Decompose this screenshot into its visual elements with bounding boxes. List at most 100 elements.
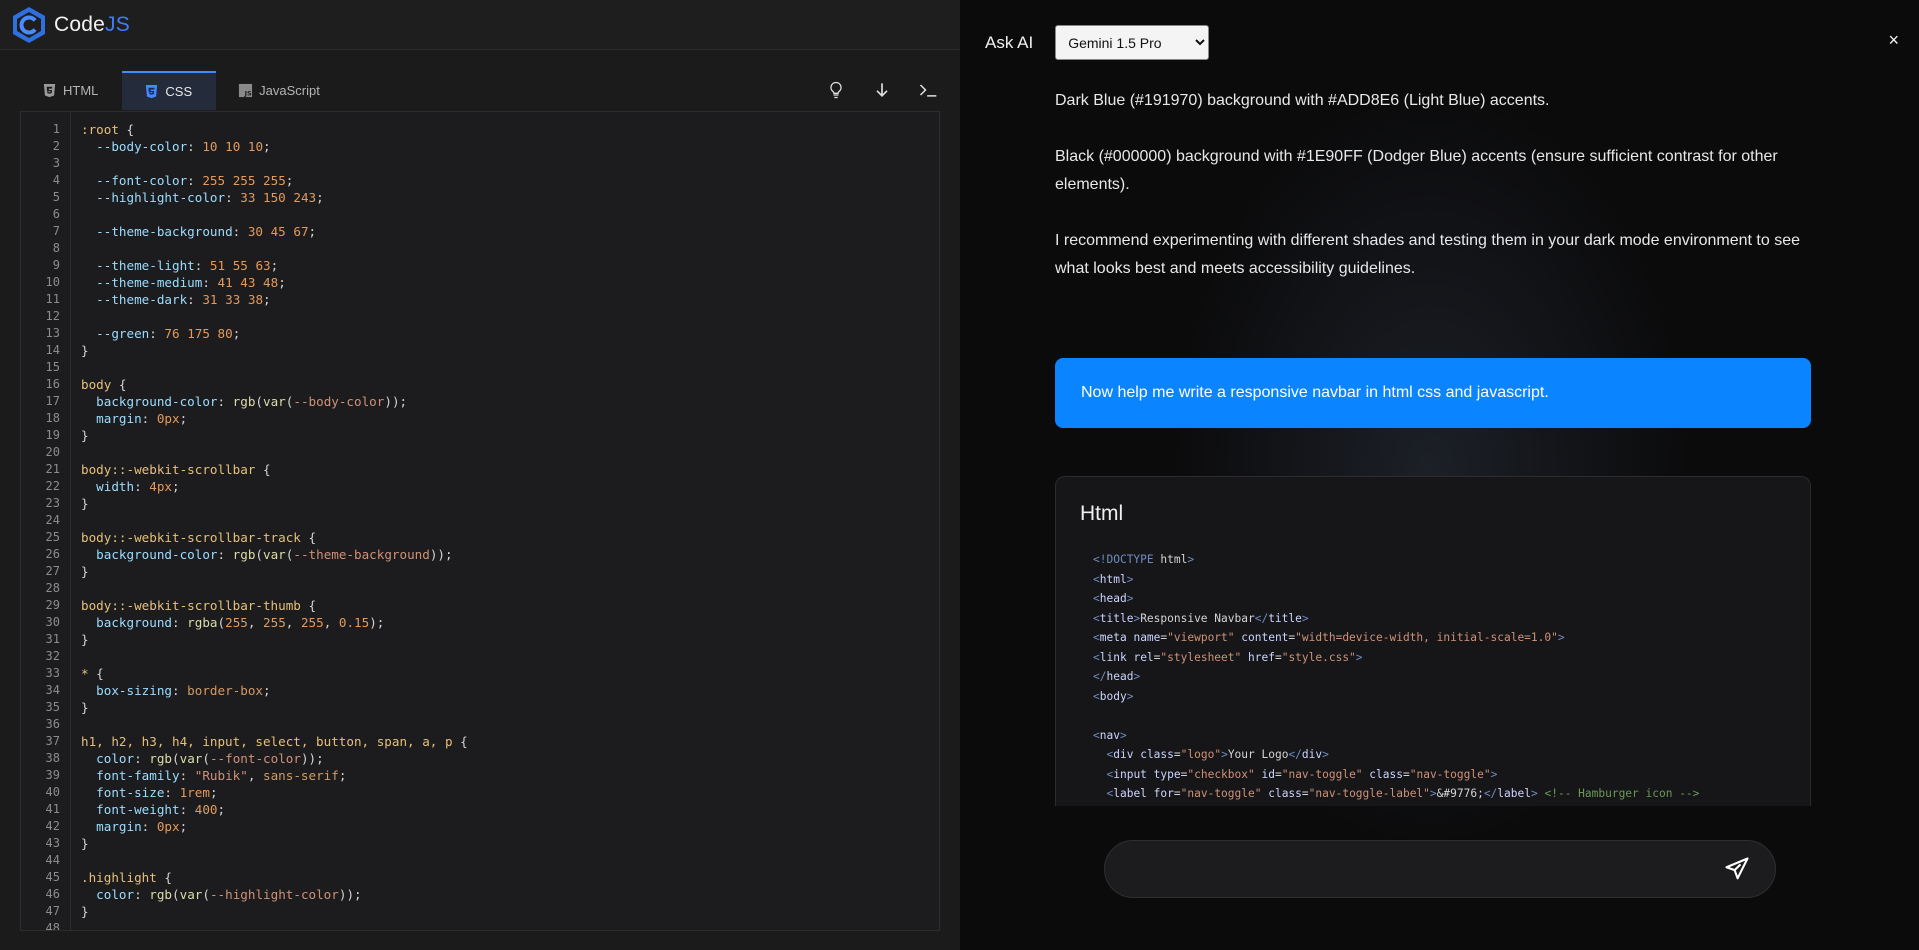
code-block-line: <!DOCTYPE html>	[1093, 553, 1195, 566]
code-line: font-weight: 400;	[96, 802, 226, 817]
code-line: --highlight-color: 33 150 243;	[96, 190, 324, 205]
code-block-line: <input type="checkbox" id="nav-toggle" c…	[1106, 767, 1498, 781]
line-number: 33	[45, 666, 60, 680]
code-line: --theme-medium: 41 43 48;	[96, 275, 286, 290]
code-line: box-sizing: border-box;	[96, 683, 271, 698]
chat-input[interactable]	[1127, 853, 1687, 887]
code-block-line: <body>	[1093, 689, 1134, 703]
line-number: 13	[45, 326, 60, 340]
codejs-logo-icon[interactable]	[10, 6, 48, 44]
line-number: 9	[52, 258, 60, 272]
app-logo-text[interactable]: CodeJS	[54, 13, 130, 37]
code-line: --font-color: 255 255 255;	[96, 173, 294, 188]
ai-response-paragraph: Dark Blue (#191970) background with #ADD…	[1055, 92, 1550, 109]
css3-icon	[144, 84, 159, 99]
code-line: width: 4px;	[96, 479, 180, 494]
code-line: font-family: "Rubik", sans-serif;	[96, 768, 347, 783]
code-line: background-color: rgb(var(--body-color))…	[96, 394, 408, 409]
code-line: --body-color: 10 10 10;	[96, 139, 271, 154]
code-line: margin: 0px;	[96, 411, 188, 426]
ai-response-paragraph: Black (#000000) background with #1E90FF …	[1055, 148, 1778, 193]
tab-javascript[interactable]: JS JavaScript	[216, 71, 344, 110]
code-line: .highlight {	[81, 870, 172, 885]
tab-css-label: CSS	[165, 84, 193, 99]
code-line: font-size: 1rem;	[96, 785, 218, 800]
code-line: ​	[81, 155, 939, 172]
line-number: 19	[45, 428, 60, 442]
code-block-line: ​	[1093, 706, 1810, 726]
editor-tabs: HTML CSS JS JavaScript	[20, 71, 344, 110]
code-line: ​	[81, 240, 939, 257]
line-number: 45	[45, 870, 60, 884]
close-button[interactable]: ×	[1888, 30, 1899, 51]
lightbulb-icon[interactable]	[824, 78, 848, 102]
line-number: 18	[45, 411, 60, 425]
line-number: 10	[45, 275, 60, 289]
code-block-title: Html	[1080, 502, 1124, 525]
code-line: ​	[81, 852, 939, 869]
line-number: 15	[45, 360, 60, 374]
logo-js-text: JS	[105, 12, 130, 36]
send-icon[interactable]	[1723, 855, 1753, 885]
line-number: 17	[45, 394, 60, 408]
line-number: 23	[45, 496, 60, 510]
html5-icon	[42, 83, 57, 98]
line-number: 26	[45, 547, 60, 561]
code-line: body::-webkit-scrollbar-thumb {	[81, 598, 317, 613]
code-line: ​	[81, 716, 939, 733]
user-message-text: Now help me write a responsive navbar in…	[1081, 384, 1549, 401]
line-number: 14	[45, 343, 60, 357]
code-line: }	[81, 343, 89, 358]
line-number: 1	[52, 122, 60, 136]
svg-text:JS: JS	[244, 90, 252, 98]
line-number: 32	[45, 649, 60, 663]
code-block-line: </head>	[1093, 670, 1141, 683]
code-block-card: Html <!DOCTYPE html> <html> <head> <title>R…	[1055, 476, 1811, 806]
download-icon[interactable]	[870, 78, 894, 102]
line-number: 47	[45, 904, 60, 918]
code-line: }	[81, 428, 89, 443]
line-number: 5	[52, 190, 60, 204]
code-line: --theme-background: 30 45 67;	[96, 224, 317, 239]
line-number: 8	[52, 241, 60, 255]
code-line: * {	[81, 666, 104, 681]
line-number: 46	[45, 887, 60, 901]
code-block-line: <meta name="viewport" content="width=dev…	[1093, 631, 1565, 644]
line-number: 48	[45, 921, 60, 931]
code-block-content[interactable]: <!DOCTYPE html> <html> <head> <title>Respon…	[1056, 526, 1810, 804]
code-line: --theme-light: 51 55 63;	[96, 258, 279, 273]
line-number: 7	[52, 224, 60, 238]
line-number: 30	[45, 615, 60, 629]
code-line: ​	[81, 920, 939, 930]
line-number: 6	[52, 207, 60, 221]
ai-response-paragraph: I recommend experimenting with different…	[1055, 232, 1800, 277]
code-line: ​	[81, 206, 939, 223]
code-line: h1, h2, h3, h4, input, select, button, s…	[81, 734, 468, 749]
line-number: 34	[45, 683, 60, 697]
code-line: body {	[81, 377, 127, 392]
code-line: ​	[81, 444, 939, 461]
code-block-line: <head>	[1093, 592, 1134, 605]
line-number: 2	[52, 139, 60, 153]
code-editor[interactable]: 1 2 3 4 5 6 7 8 9 10 11 12 13 14 15 16 17 18 19 20 21 22 23 24 2…	[20, 111, 940, 931]
code-line: }	[81, 564, 89, 579]
ai-panel-title: Ask AI	[985, 32, 1034, 52]
code-block-line: <label for="nav-toggle" class="nav-toggl…	[1106, 787, 1700, 800]
line-number: 25	[45, 530, 60, 544]
code-block-line: <html>	[1093, 572, 1134, 586]
model-select[interactable]: Gemini 1.5 Pro	[1055, 25, 1210, 60]
js-icon: JS	[238, 83, 253, 98]
tab-css[interactable]: CSS	[122, 71, 217, 110]
line-number-gutter: 1 2 3 4 5 6 7 8 9 10 11 12 13 14 15 16 17 18 19 20 21 22 23 24 2…	[21, 112, 71, 930]
terminal-icon[interactable]	[916, 78, 940, 102]
tab-html[interactable]: HTML	[20, 71, 122, 110]
code-line: background: rgba(255, 255, 255, 0.15);	[96, 615, 385, 630]
code-line: }	[81, 836, 89, 851]
tab-javascript-label: JavaScript	[259, 83, 320, 98]
line-number: 38	[45, 751, 60, 765]
code-block-line: <link rel="stylesheet" href="style.css">	[1093, 650, 1363, 664]
line-number: 35	[45, 700, 60, 714]
code-line: --green: 76 175 80;	[96, 326, 241, 341]
code-lines[interactable]: :root { --body-color: 10 10 10;​ --font-…	[81, 121, 939, 930]
line-number: 12	[45, 309, 60, 323]
